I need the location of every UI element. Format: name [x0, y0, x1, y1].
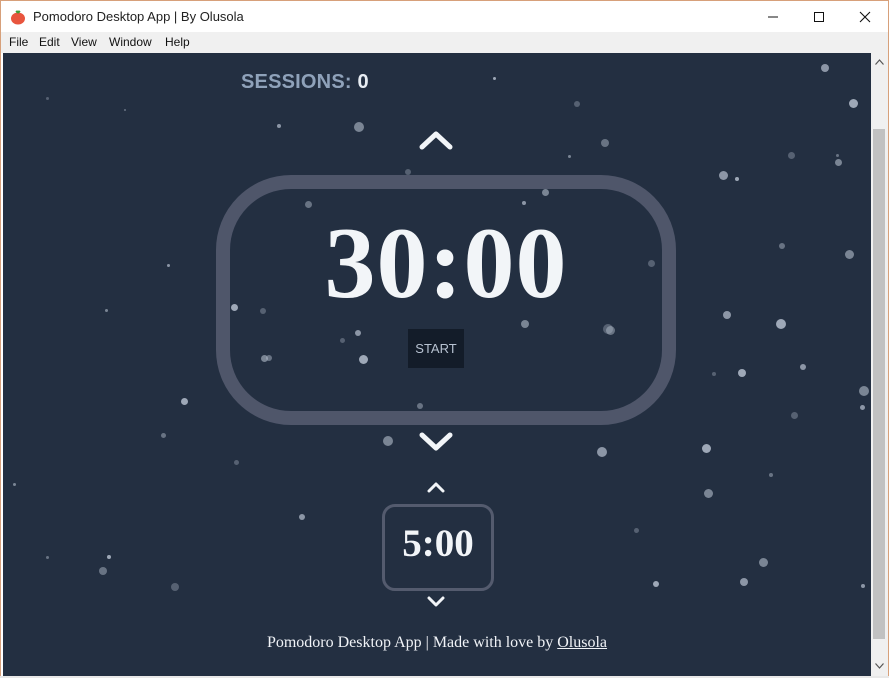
sessions-count: 0 — [357, 71, 369, 93]
sessions-label: SESSIONS: — [241, 71, 352, 93]
background-particle — [105, 309, 108, 312]
background-particle — [634, 528, 639, 533]
background-particle — [776, 319, 786, 329]
background-particle — [704, 489, 713, 498]
background-particle — [601, 139, 609, 147]
background-particle — [597, 447, 607, 457]
break-timer-display: 5:00 — [402, 522, 474, 565]
background-particle — [712, 372, 716, 376]
background-particle — [107, 555, 111, 559]
background-particle — [735, 177, 739, 181]
background-particle — [835, 159, 842, 166]
footer: Pomodoro Desktop App | Made with love by… — [3, 634, 871, 652]
background-particle — [234, 460, 239, 465]
tomato-icon — [11, 10, 25, 25]
scroll-down-icon[interactable] — [875, 663, 884, 669]
window-title: Pomodoro Desktop App | By Olusola — [33, 9, 244, 24]
background-particle — [653, 581, 659, 587]
background-particle — [860, 405, 865, 410]
break-chevron-up-icon[interactable] — [427, 481, 445, 493]
scroll-up-icon[interactable] — [875, 59, 884, 65]
background-particle — [13, 483, 16, 486]
menu-window[interactable]: Window — [109, 35, 152, 49]
background-particle — [99, 567, 107, 575]
background-particle — [845, 250, 854, 259]
sessions-counter: SESSIONS: 0 — [241, 71, 369, 94]
background-particle — [124, 109, 126, 111]
background-particle — [821, 64, 829, 72]
background-particle — [46, 97, 49, 100]
chevron-up-icon[interactable] — [419, 129, 453, 151]
menu-file[interactable]: File — [9, 35, 28, 49]
work-timer-display: 30:00 — [324, 207, 568, 320]
author-link[interactable]: Olusola — [557, 634, 607, 651]
background-particle — [719, 171, 728, 180]
menu-view[interactable]: View — [71, 35, 97, 49]
background-particle — [277, 124, 281, 128]
background-particle — [769, 473, 773, 477]
background-particle — [702, 444, 711, 453]
background-particle — [859, 386, 869, 396]
background-particle — [861, 584, 865, 588]
background-particle — [836, 154, 839, 157]
menu-edit[interactable]: Edit — [39, 35, 60, 49]
background-particle — [383, 436, 393, 446]
background-particle — [849, 99, 858, 108]
menu-bar: File Edit View Window Help — [1, 32, 888, 53]
background-particle — [568, 155, 571, 158]
background-particle — [800, 364, 806, 370]
background-particle — [574, 101, 580, 107]
background-particle — [791, 412, 798, 419]
scroll-thumb[interactable] — [873, 129, 885, 639]
background-particle — [167, 264, 170, 267]
title-bar[interactable]: Pomodoro Desktop App | By Olusola — [1, 1, 888, 32]
background-particle — [723, 311, 731, 319]
background-particle — [779, 243, 785, 249]
background-particle — [299, 514, 305, 520]
background-particle — [354, 122, 364, 132]
minimize-button[interactable] — [750, 1, 796, 32]
start-button[interactable]: START — [408, 329, 464, 368]
background-particle — [171, 583, 179, 591]
background-particle — [161, 433, 166, 438]
maximize-icon — [814, 11, 824, 22]
background-particle — [493, 77, 496, 80]
close-icon — [859, 11, 871, 22]
background-particle — [46, 556, 49, 559]
menu-help[interactable]: Help — [165, 35, 190, 49]
maximize-button[interactable] — [796, 1, 842, 32]
app-content: SESSIONS: 0 30:00 START 5:00 Pomodoro De… — [3, 53, 871, 677]
footer-text: Pomodoro Desktop App | Made with love by — [266, 634, 554, 651]
background-particle — [740, 578, 748, 586]
break-chevron-down-icon[interactable] — [427, 596, 445, 608]
background-particle — [181, 398, 188, 405]
background-particle — [788, 152, 795, 159]
chevron-down-icon[interactable] — [419, 431, 453, 453]
background-particle — [759, 558, 768, 567]
minimize-icon — [768, 16, 778, 17]
background-particle — [738, 369, 746, 377]
close-button[interactable] — [842, 1, 888, 32]
app-window: Pomodoro Desktop App | By Olusola File E… — [0, 0, 889, 678]
